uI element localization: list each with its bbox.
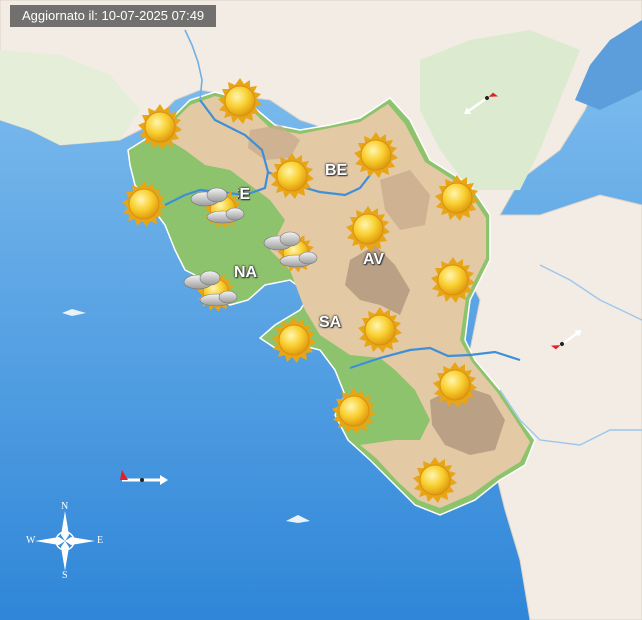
timestamp-value: 10-07-2025 07:49 [101, 8, 205, 23]
province-label-av: AV [363, 251, 385, 268]
province-label-na: NA [234, 264, 258, 281]
weather-map: Aggiornato il: 10-07-2025 07:49 BE AV NA… [0, 0, 642, 620]
map-canvas [0, 0, 642, 620]
compass-letter-w: W [26, 535, 36, 546]
compass-letter-n: N [61, 501, 69, 512]
compass-letter-s: S [62, 570, 68, 581]
province-label-sa: SA [319, 314, 342, 331]
update-timestamp: Aggiornato il: 10-07-2025 07:49 [10, 5, 217, 27]
province-label-be: BE [325, 162, 348, 179]
timestamp-label: Aggiornato il: [22, 8, 98, 23]
compass-letter-e: E [97, 535, 104, 546]
